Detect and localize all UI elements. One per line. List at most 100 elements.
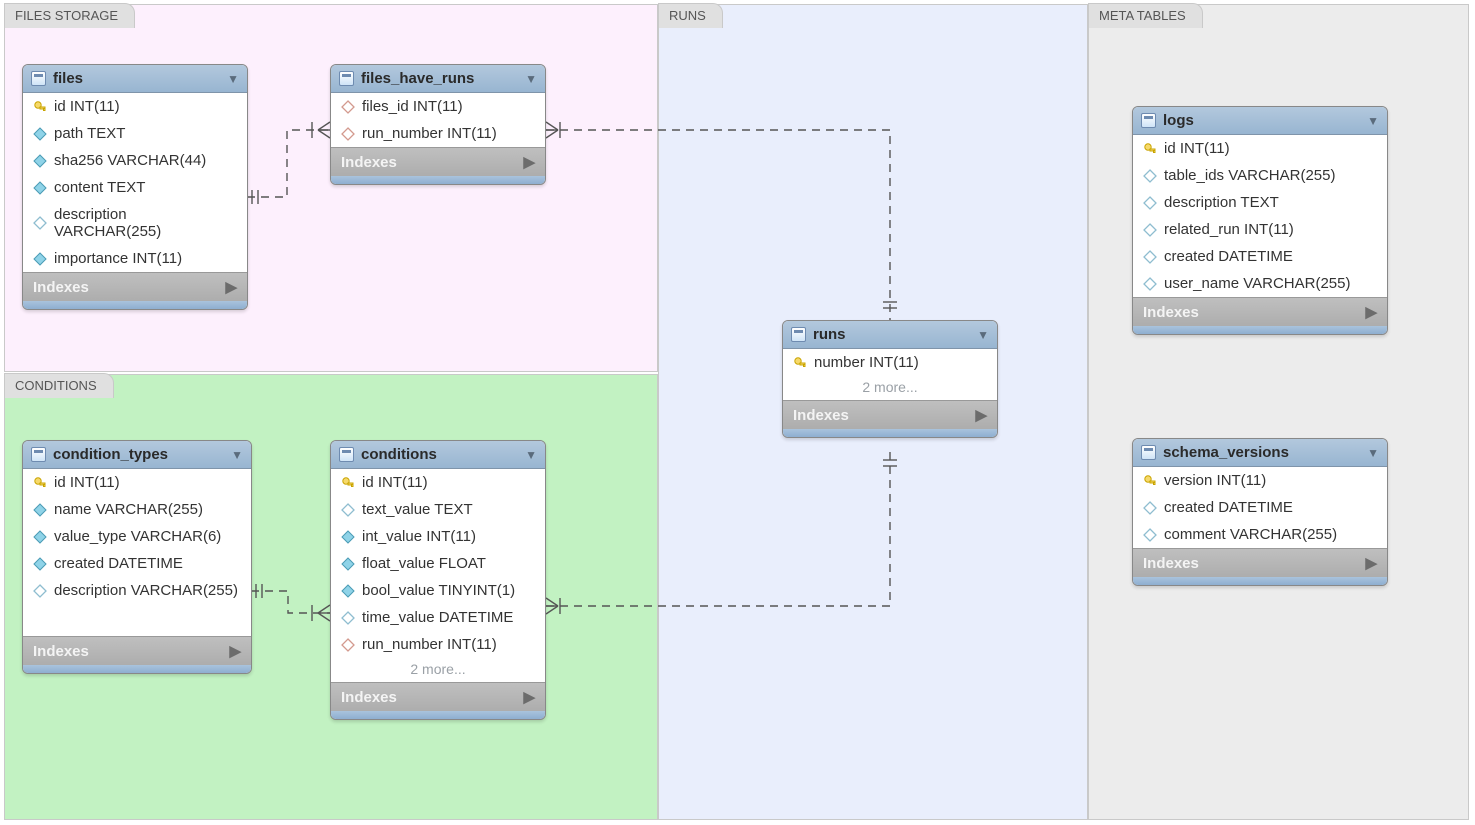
- chevron-right-icon: [225, 278, 237, 296]
- column-row[interactable]: id INT(11): [331, 469, 545, 496]
- column-row[interactable]: id INT(11): [23, 469, 251, 496]
- indexes-section[interactable]: Indexes: [331, 147, 545, 176]
- chevron-down-icon[interactable]: [231, 448, 243, 462]
- chevron-down-icon[interactable]: [1367, 114, 1379, 128]
- table-condition-types[interactable]: condition_types id INT(11) name VARCHAR(2…: [22, 440, 252, 674]
- table-title: runs: [813, 326, 846, 343]
- column-row[interactable]: importance INT(11): [23, 245, 247, 272]
- column-row[interactable]: description VARCHAR(255): [23, 577, 251, 604]
- column-row[interactable]: description VARCHAR(255): [23, 201, 247, 245]
- region-tab: META TABLES: [1088, 3, 1203, 28]
- table-title: condition_types: [53, 446, 168, 463]
- key-icon: [793, 356, 807, 370]
- table-icon: [1141, 113, 1156, 128]
- column-row[interactable]: id INT(11): [23, 93, 247, 120]
- diamond-icon: [1143, 250, 1157, 264]
- chevron-down-icon[interactable]: [525, 72, 537, 86]
- more-columns[interactable]: 2 more...: [783, 376, 997, 400]
- more-columns[interactable]: 2 more...: [331, 658, 545, 682]
- column-row[interactable]: value_type VARCHAR(6): [23, 523, 251, 550]
- region-tab: RUNS: [658, 3, 723, 28]
- table-footer: [23, 665, 251, 673]
- indexes-section[interactable]: Indexes: [23, 636, 251, 665]
- column-row[interactable]: created DATETIME: [23, 550, 251, 577]
- column-row[interactable]: name VARCHAR(255): [23, 496, 251, 523]
- chevron-right-icon: [523, 153, 535, 171]
- table-header[interactable]: condition_types: [23, 441, 251, 469]
- column-row[interactable]: related_run INT(11): [1133, 216, 1387, 243]
- diamond-icon: [341, 100, 355, 114]
- diamond-icon: [1143, 223, 1157, 237]
- column-row[interactable]: run_number INT(11): [331, 631, 545, 658]
- column-row[interactable]: user_name VARCHAR(255): [1133, 270, 1387, 297]
- table-header[interactable]: logs: [1133, 107, 1387, 135]
- diamond-icon: [1143, 501, 1157, 515]
- column-row[interactable]: sha256 VARCHAR(44): [23, 147, 247, 174]
- column-label: created DATETIME: [1164, 499, 1293, 516]
- chevron-down-icon[interactable]: [525, 448, 537, 462]
- indexes-section[interactable]: Indexes: [23, 272, 247, 301]
- column-label: run_number INT(11): [362, 125, 497, 142]
- column-row[interactable]: int_value INT(11): [331, 523, 545, 550]
- table-files-have-runs[interactable]: files_have_runs files_id INT(11) run_numb…: [330, 64, 546, 185]
- diamond-icon: [33, 584, 47, 598]
- column-row[interactable]: id INT(11): [1133, 135, 1387, 162]
- column-label: time_value DATETIME: [362, 609, 513, 626]
- column-row[interactable]: files_id INT(11): [331, 93, 545, 120]
- table-header[interactable]: conditions: [331, 441, 545, 469]
- column-row[interactable]: created DATETIME: [1133, 494, 1387, 521]
- column-row[interactable]: version INT(11): [1133, 467, 1387, 494]
- indexes-section[interactable]: Indexes: [1133, 548, 1387, 577]
- diamond-icon: [341, 638, 355, 652]
- column-row[interactable]: comment VARCHAR(255): [1133, 521, 1387, 548]
- column-row[interactable]: description TEXT: [1133, 189, 1387, 216]
- chevron-down-icon[interactable]: [1367, 446, 1379, 460]
- indexes-section[interactable]: Indexes: [783, 400, 997, 429]
- column-label: number INT(11): [814, 354, 919, 371]
- indexes-section[interactable]: Indexes: [331, 682, 545, 711]
- diamond-icon: [33, 530, 47, 544]
- table-schema-versions[interactable]: schema_versions version INT(11) created D…: [1132, 438, 1388, 586]
- indexes-section[interactable]: Indexes: [1133, 297, 1387, 326]
- table-columns: id INT(11)path TEXTsha256 VARCHAR(44) con…: [23, 93, 247, 272]
- table-footer: [1133, 577, 1387, 585]
- column-row[interactable]: content TEXT: [23, 174, 247, 201]
- diamond-icon: [33, 154, 47, 168]
- column-label: version INT(11): [1164, 472, 1266, 489]
- chevron-right-icon: [229, 642, 241, 660]
- column-row[interactable]: path TEXT: [23, 120, 247, 147]
- region-tab: FILES STORAGE: [4, 3, 135, 28]
- table-columns: id INT(11)text_value TEXTint_value INT(1…: [331, 469, 545, 658]
- table-header[interactable]: schema_versions: [1133, 439, 1387, 467]
- diamond-icon: [1143, 277, 1157, 291]
- column-label: description VARCHAR(255): [54, 206, 237, 240]
- column-label: name VARCHAR(255): [54, 501, 203, 518]
- column-row[interactable]: time_value DATETIME: [331, 604, 545, 631]
- column-label: content TEXT: [54, 179, 145, 196]
- chevron-down-icon[interactable]: [227, 72, 239, 86]
- table-logs[interactable]: logs id INT(11)table_ids VARCHAR(255)des…: [1132, 106, 1388, 335]
- table-header[interactable]: runs: [783, 321, 997, 349]
- column-row[interactable]: bool_value TINYINT(1): [331, 577, 545, 604]
- table-title: conditions: [361, 446, 437, 463]
- table-conditions[interactable]: conditions id INT(11)text_value TEXTint_…: [330, 440, 546, 720]
- chevron-down-icon[interactable]: [977, 328, 989, 342]
- column-row[interactable]: created DATETIME: [1133, 243, 1387, 270]
- key-icon: [1143, 474, 1157, 488]
- table-header[interactable]: files_have_runs: [331, 65, 545, 93]
- table-title: logs: [1163, 112, 1194, 129]
- table-header[interactable]: files: [23, 65, 247, 93]
- column-row[interactable]: run_number INT(11): [331, 120, 545, 147]
- diamond-icon: [341, 611, 355, 625]
- diamond-icon: [341, 503, 355, 517]
- table-runs[interactable]: runs number INT(11) 2 more... Indexes: [782, 320, 998, 438]
- column-row[interactable]: number INT(11): [783, 349, 997, 376]
- table-icon: [339, 447, 354, 462]
- column-row[interactable]: text_value TEXT: [331, 496, 545, 523]
- column-row[interactable]: table_ids VARCHAR(255): [1133, 162, 1387, 189]
- column-row[interactable]: float_value FLOAT: [331, 550, 545, 577]
- table-files[interactable]: files id INT(11)path TEXTsha256 VARCHAR(…: [22, 64, 248, 310]
- er-diagram-canvas: FILES STORAGE CONDITIONS RUNS META TABLE…: [0, 0, 1475, 825]
- chevron-right-icon: [1365, 303, 1377, 321]
- table-icon: [31, 71, 46, 86]
